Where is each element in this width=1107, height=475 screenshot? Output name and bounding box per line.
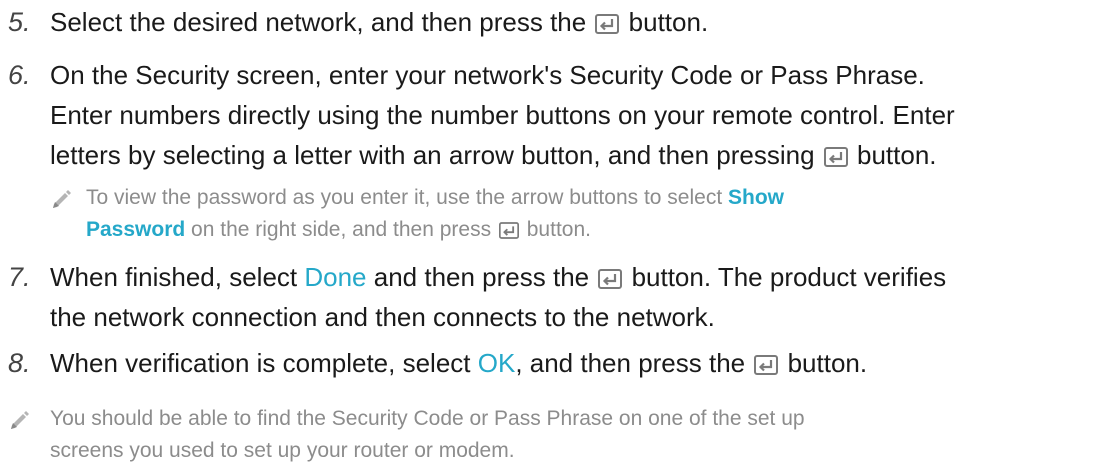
step-number: 5. <box>8 7 31 37</box>
step-text-segment: button. <box>849 140 937 170</box>
note-text: To view the password as you enter it, us… <box>86 182 1096 246</box>
step-line: On the Security screen, enter your netwo… <box>50 60 925 90</box>
manual-page: 5. Select the desired network, and then … <box>0 0 1107 475</box>
step-text-segment: button. <box>780 348 868 378</box>
note-text: You should be able to find the Security … <box>50 403 1100 467</box>
step-text-segment: , and then press the <box>515 348 753 378</box>
step-text-segment: When finished, select <box>50 262 305 292</box>
note-line: screens you used to set up your router o… <box>50 439 515 462</box>
step-line: the network connection and then connects… <box>50 302 715 332</box>
step-text: On the Security screen, enter your netwo… <box>50 55 1100 175</box>
enter-button-icon <box>754 355 779 375</box>
step-text-segment: When verification is complete, select <box>50 348 478 378</box>
show-password-label: Password <box>86 218 186 241</box>
ok-label: OK <box>477 348 516 378</box>
step-number: 8. <box>8 348 31 378</box>
pencil-note-icon <box>8 407 34 433</box>
step-line: Enter numbers directly using the number … <box>50 100 955 130</box>
done-label: Done <box>304 262 367 292</box>
note-line: To view the password as you enter it, us… <box>86 182 1096 214</box>
note-line: Password on the right side, and then pre… <box>86 214 1096 246</box>
step-text-segment: button. The product verifies <box>624 262 947 292</box>
enter-button-icon <box>498 222 519 239</box>
step-text-segment: letters by selecting a letter with an ar… <box>50 140 822 170</box>
note-text-segment: To view the password as you enter it, us… <box>86 186 728 209</box>
step-text: When finished, select Done and then pres… <box>50 257 1100 337</box>
step-text-segment: button. <box>621 7 709 37</box>
step-line: letters by selecting a letter with an ar… <box>50 135 1100 175</box>
enter-button-icon <box>823 147 848 167</box>
note-text-segment: on the right side, and then press <box>185 218 497 241</box>
step-number: 6. <box>8 60 31 90</box>
enter-button-icon <box>598 269 623 289</box>
note-line: You should be able to find the Security … <box>50 407 805 430</box>
enter-button-icon <box>595 14 620 34</box>
step-line: When finished, select Done and then pres… <box>50 257 1100 297</box>
step-text-segment: Select the desired network, and then pre… <box>50 7 594 37</box>
pencil-note-icon <box>50 186 76 212</box>
show-password-label: Show <box>728 186 784 209</box>
step-text-segment: and then press the <box>366 262 597 292</box>
step-number: 7. <box>8 262 31 292</box>
step-text: When verification is complete, select OK… <box>50 343 1100 383</box>
step-text: Select the desired network, and then pre… <box>50 2 1100 42</box>
note-text-segment: button. <box>520 218 591 241</box>
